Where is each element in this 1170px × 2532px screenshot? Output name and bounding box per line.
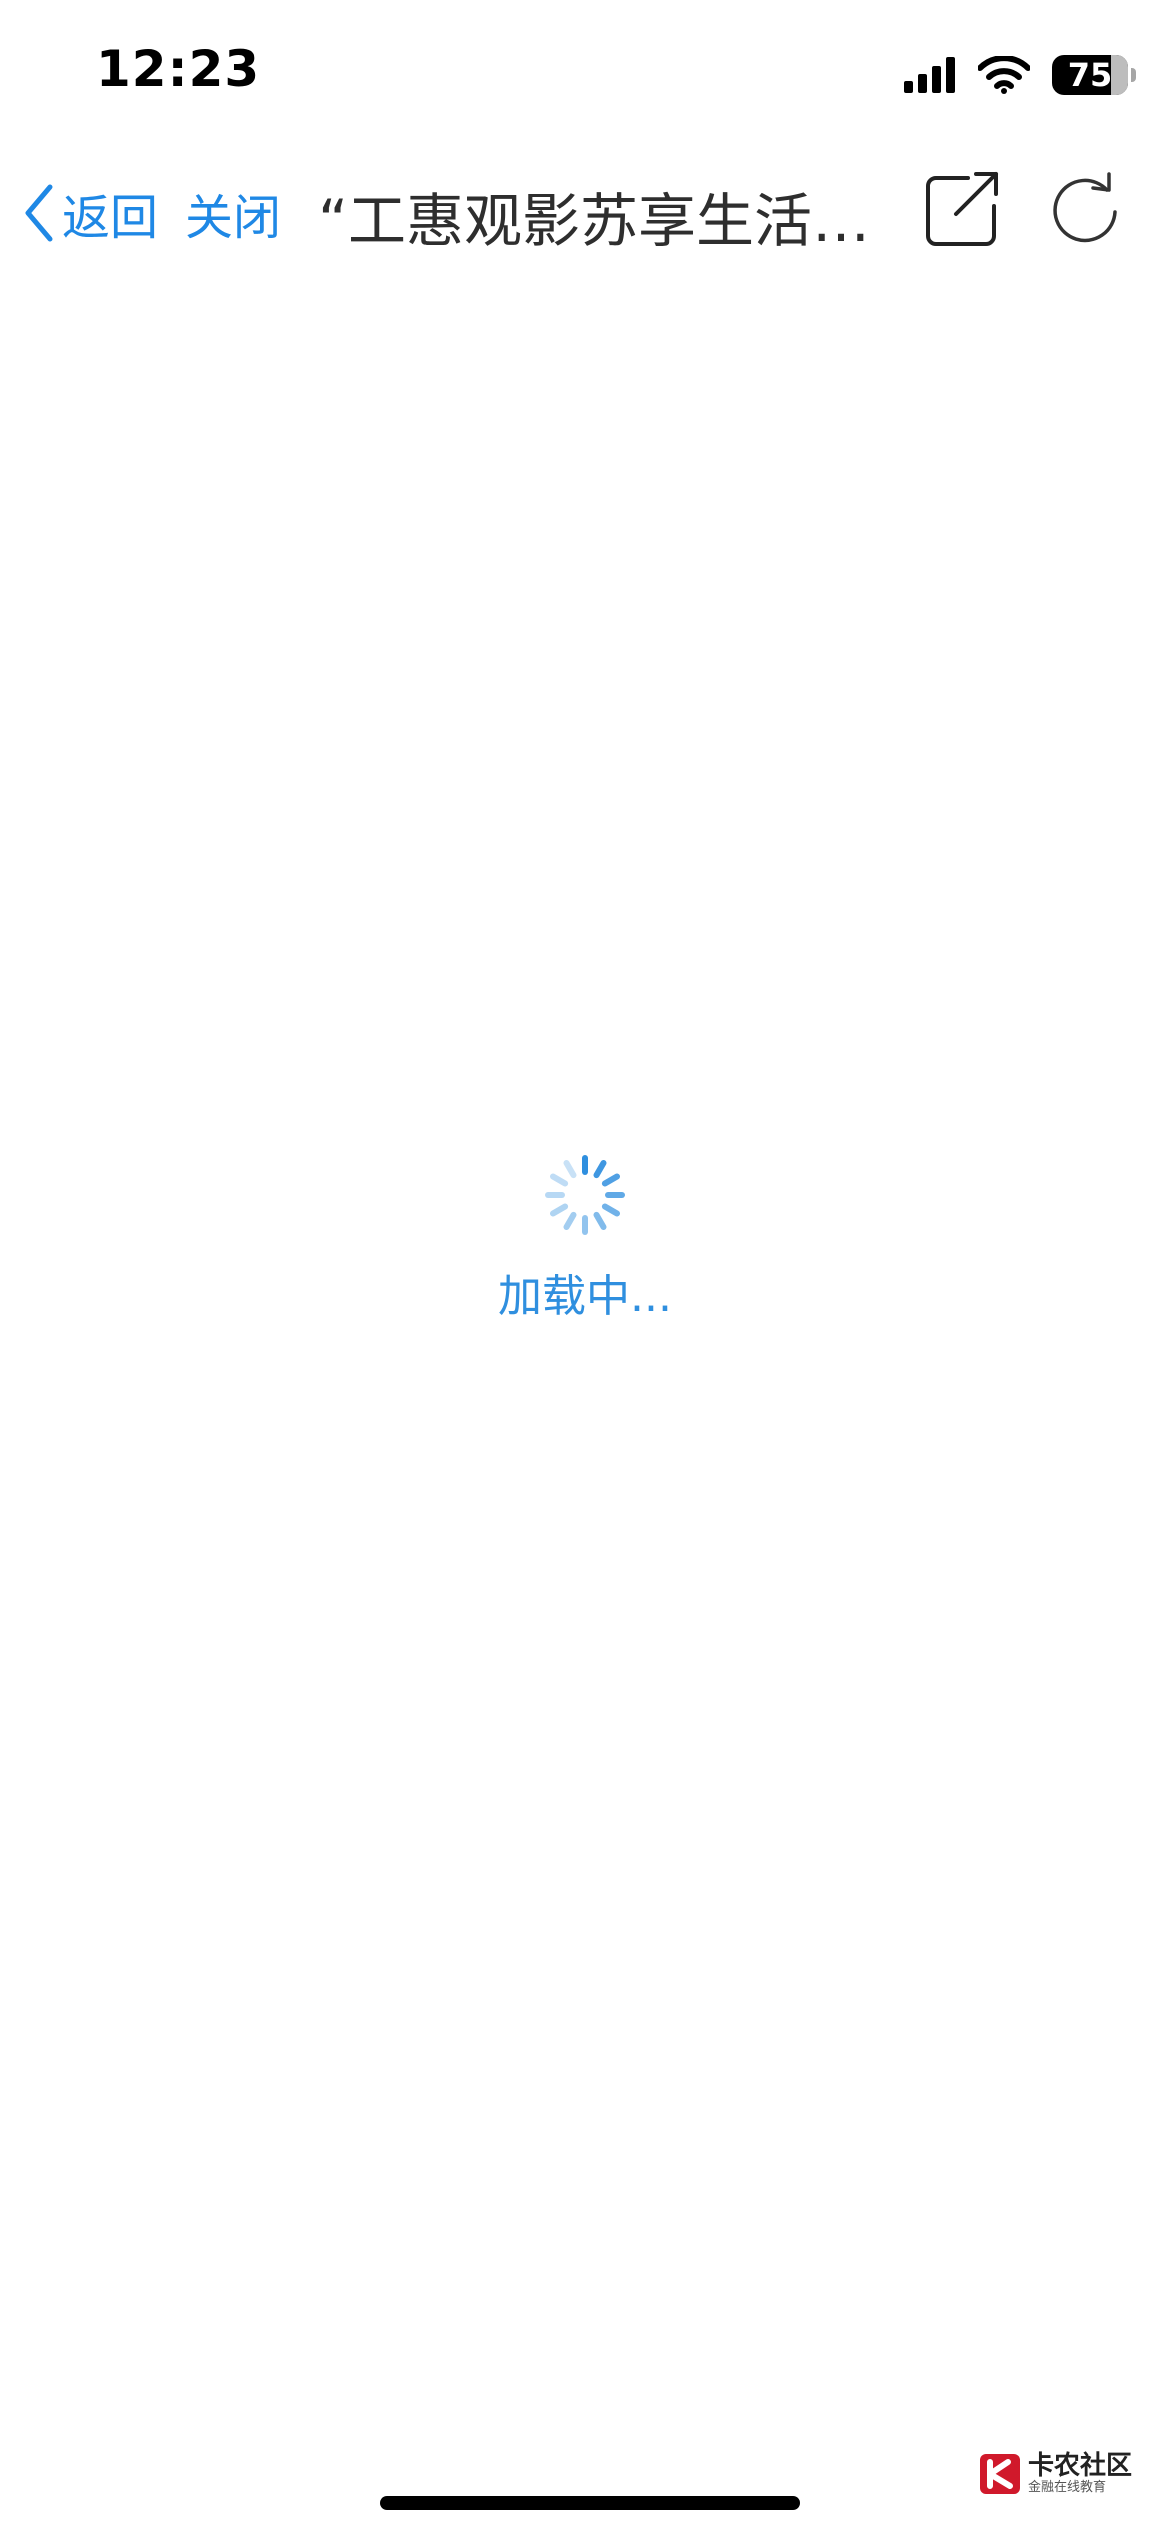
back-label: 返回 <box>62 190 159 246</box>
loading-spinner-icon <box>545 1155 625 1235</box>
loading-indicator: 加载中... <box>0 1150 1170 1324</box>
status-icons: 75 <box>904 50 1136 100</box>
chevron-left-icon <box>25 184 53 242</box>
watermark-text: 卡农社区 金融在线教育 <box>1028 2452 1132 2496</box>
wifi-icon <box>978 56 1030 94</box>
share-button[interactable] <box>920 166 1004 250</box>
page-title: “工惠观影苏享生活… <box>318 187 871 255</box>
close-button[interactable]: 关闭 <box>185 178 281 248</box>
signal-icon <box>904 57 955 93</box>
watermark-title: 卡农社区 <box>1028 2451 1133 2481</box>
watermark-logo-icon <box>980 2454 1020 2494</box>
battery-level: 75 <box>1067 56 1113 94</box>
loading-label: 加载中... <box>498 1271 672 1322</box>
nav-bar: 返回 关闭 “工惠观影苏享生活… <box>0 150 1170 270</box>
refresh-icon <box>1053 172 1117 243</box>
refresh-button[interactable] <box>1045 168 1125 248</box>
watermark: 卡农社区 金融在线教育 <box>978 2452 1132 2496</box>
share-icon <box>926 172 998 246</box>
status-bar: 12:23 75 <box>0 0 1170 150</box>
back-button[interactable]: 返回 <box>22 178 158 248</box>
watermark-subtitle: 金融在线教育 <box>1028 2480 1107 2495</box>
home-indicator[interactable] <box>380 2496 800 2510</box>
status-time: 12:23 <box>96 40 261 98</box>
battery-icon: 75 <box>1052 55 1136 95</box>
